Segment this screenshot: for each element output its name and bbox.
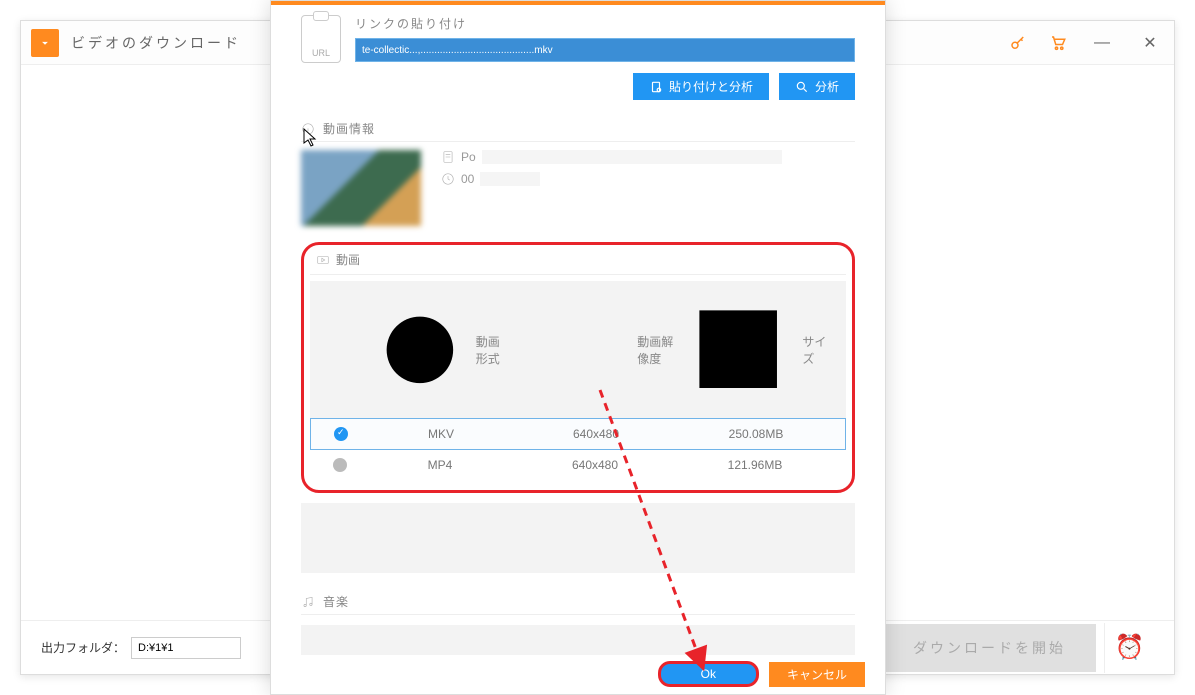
url-input[interactable] [355, 38, 855, 62]
download-dialog: URL リンクの貼り付け 貼り付けと分析 分析 動画情報 [270, 0, 886, 695]
ok-button[interactable]: Ok [658, 661, 759, 687]
clock-icon [441, 172, 455, 186]
col-format-label: 動画形式 [476, 333, 510, 367]
video-section-header: 動画 [310, 251, 846, 275]
cancel-button[interactable]: キャンセル [769, 662, 865, 687]
col-resolution-label: 動画解像度 [637, 333, 680, 367]
cell-size: 121.96MB [680, 458, 830, 472]
analyze-button[interactable]: 分析 [779, 73, 855, 100]
cell-resolution: 640x480 [510, 458, 680, 472]
music-empty-placeholder [301, 625, 855, 655]
paste-link-label: リンクの貼り付け [355, 15, 855, 32]
paste-analyze-label: 貼り付けと分析 [669, 78, 753, 95]
cell-resolution: 640x480 [511, 427, 681, 441]
table-row[interactable]: MP4 640x480 121.96MB [310, 450, 846, 480]
output-folder-input[interactable] [131, 637, 241, 659]
clipboard-url-label: URL [312, 48, 330, 58]
music-icon [301, 595, 315, 609]
video-icon [316, 253, 330, 267]
empty-placeholder [301, 503, 855, 573]
table-row[interactable]: MKV 640x480 250.08MB [310, 418, 846, 450]
video-format-table: 動画形式 動画解像度 サイズ MKV 640x480 250.08MB [310, 281, 846, 480]
app-logo-icon [31, 29, 59, 57]
cell-size: 250.08MB [681, 427, 831, 441]
video-duration-prefix: 00 [461, 172, 474, 186]
search-icon [795, 80, 809, 94]
resolution-icon [510, 289, 631, 410]
start-download-button[interactable]: ダウンロードを開始 [883, 624, 1096, 672]
size-icon [680, 291, 796, 407]
video-title-prefix: Po [461, 150, 476, 164]
clipboard-icon: URL [301, 15, 341, 63]
table-header: 動画形式 動画解像度 サイズ [310, 281, 846, 418]
music-section-header: 音楽 [301, 593, 855, 615]
output-folder-label: 出力フォルダ： [41, 639, 125, 656]
key-icon[interactable] [1008, 33, 1028, 53]
paste-icon [649, 80, 663, 94]
main-title: ビデオのダウンロード [71, 33, 241, 53]
col-size-label: サイズ [802, 333, 830, 367]
video-info-header: 動画情報 [301, 120, 855, 142]
paste-analyze-button[interactable]: 貼り付けと分析 [633, 73, 769, 100]
radio-unselected-icon[interactable] [333, 458, 347, 472]
analyze-label: 分析 [815, 78, 839, 95]
minimize-button[interactable]: — [1088, 29, 1116, 57]
format-icon [370, 300, 470, 400]
cart-icon[interactable] [1048, 33, 1068, 53]
close-button[interactable]: ✕ [1136, 29, 1164, 57]
cell-format: MP4 [370, 458, 510, 472]
radio-selected-icon[interactable] [334, 427, 348, 441]
dialog-footer: Ok キャンセル [271, 654, 885, 694]
video-title-blurred [482, 150, 782, 164]
video-table-highlight: 動画 動画形式 動画解像度 サイズ [301, 242, 855, 493]
video-thumbnail [301, 150, 421, 226]
schedule-icon[interactable]: ⏰ [1104, 623, 1154, 673]
video-duration-blurred [480, 172, 540, 186]
file-icon [441, 150, 455, 164]
info-icon [301, 122, 315, 136]
cell-format: MKV [371, 427, 511, 441]
